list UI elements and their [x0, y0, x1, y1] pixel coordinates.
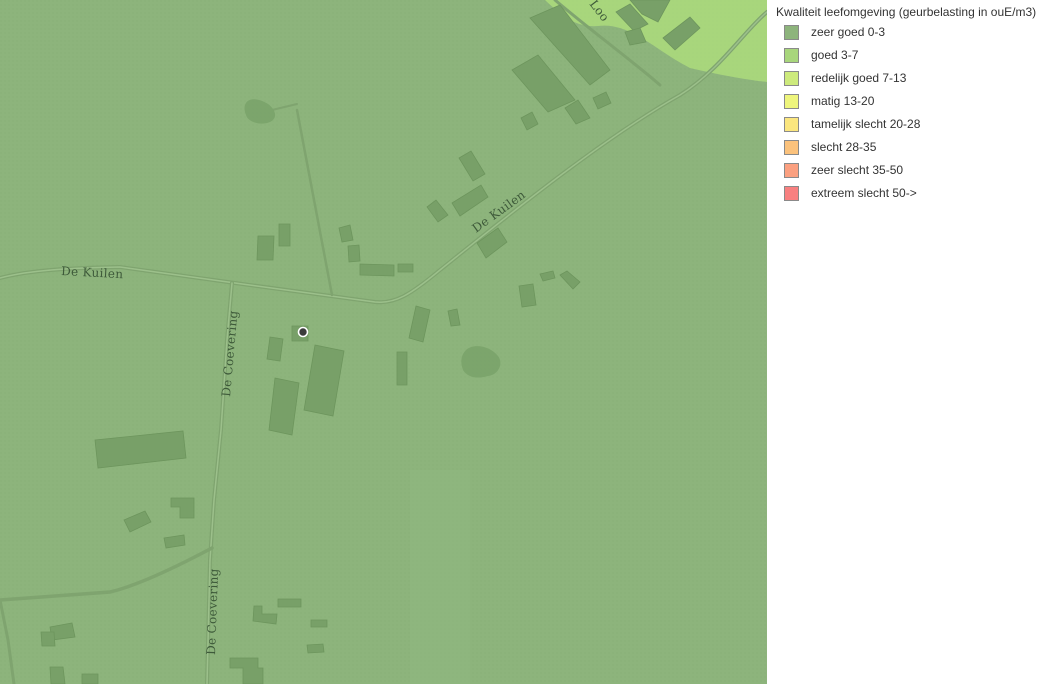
legend-item-label: redelijk goed 7-13: [811, 71, 907, 85]
legend-swatch: [784, 117, 799, 132]
legend-item-zeer-slecht: zeer slecht 35-50: [784, 162, 920, 185]
legend-swatch: [784, 71, 799, 86]
map-canvas[interactable]: De Kuilen De Kuilen De Coevering De Coev…: [0, 0, 767, 684]
odour-zone-texture: [0, 0, 767, 684]
legend-item-label: tamelijk slecht 20-28: [811, 117, 921, 131]
location-marker[interactable]: [297, 326, 309, 338]
legend-title: Kwaliteit leefomgeving (geurbelasting in…: [776, 5, 1037, 19]
legend-item-label: extreem slecht 50->: [811, 186, 917, 200]
map-legend: Kwaliteit leefomgeving (geurbelasting in…: [767, 0, 1056, 684]
legend-item-label: slecht 28-35: [811, 140, 877, 154]
terrain-band: [410, 470, 470, 684]
legend-item-label: goed 3-7: [811, 48, 859, 62]
legend-item-goed: goed 3-7: [784, 47, 920, 70]
legend-swatch: [784, 186, 799, 201]
legend-item-label: zeer slecht 35-50: [811, 163, 904, 177]
legend-swatch: [784, 25, 799, 40]
legend-item-redelijk-goed: redelijk goed 7-13: [784, 70, 920, 93]
map-svg[interactable]: De Kuilen De Kuilen De Coevering De Coev…: [0, 0, 767, 684]
legend-swatch: [784, 48, 799, 63]
legend-swatch: [784, 140, 799, 155]
legend-item-slecht: slecht 28-35: [784, 139, 920, 162]
legend-list: zeer goed 0-3 goed 3-7 redelijk goed 7-1…: [784, 24, 920, 208]
legend-swatch: [784, 94, 799, 109]
legend-item-tamelijk-slecht: tamelijk slecht 20-28: [784, 116, 920, 139]
legend-item-extreem-slecht: extreem slecht 50->: [784, 185, 920, 208]
legend-item-matig: matig 13-20: [784, 93, 920, 116]
legend-item-label: matig 13-20: [811, 94, 875, 108]
legend-item-label: zeer goed 0-3: [811, 25, 886, 39]
legend-item-zeer-goed: zeer goed 0-3: [784, 24, 920, 47]
legend-swatch: [784, 163, 799, 178]
